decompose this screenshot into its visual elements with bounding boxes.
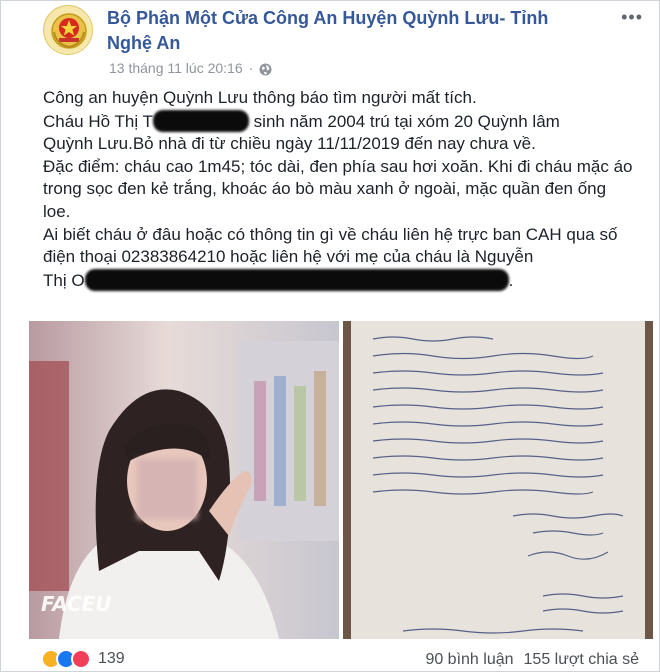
post-header: Bộ Phận Một Cửa Công An Huyện Quỳnh Lưu-… xyxy=(1,1,659,83)
text-fragment: Ai biết cháu ở đâu hoặc có thông tin gì … xyxy=(43,224,618,267)
missing-girl-photo[interactable]: FACEU xyxy=(29,321,339,639)
love-icon xyxy=(71,649,91,669)
redaction-mark xyxy=(152,109,249,132)
text-line: Ai biết cháu ở đâu hoặc có thông tin gì … xyxy=(43,224,633,293)
reaction-summary[interactable]: 139 xyxy=(41,649,125,669)
police-emblem-icon xyxy=(45,7,92,54)
text-line: Công an huyện Quỳnh Lưu thông báo tìm ng… xyxy=(43,88,477,107)
shares-count-link[interactable]: 155 lượt chia sẻ xyxy=(524,651,639,668)
letter-illustration xyxy=(343,321,653,639)
post-stats: 90 bình luận 155 lượt chia sẻ xyxy=(425,651,639,669)
post-meta: 13 tháng 11 lúc 20:16 · xyxy=(109,59,272,77)
post-footer: 139 90 bình luận 155 lượt chia sẻ xyxy=(1,643,659,671)
more-options-icon[interactable]: ••• xyxy=(621,7,643,28)
post-timestamp[interactable]: 13 tháng 11 lúc 20:16 xyxy=(109,59,243,77)
photo-illustration: FACEU xyxy=(29,321,339,639)
text-fragment: sinh năm 2004 trú tại xóm 20 Quỳnh lâm xyxy=(248,111,560,131)
handwritten-letter-photo[interactable] xyxy=(343,321,653,639)
text-line: Cháu Hồ Thị T sinh năm 2004 trú tại xóm … xyxy=(43,109,633,134)
reaction-count: 139 xyxy=(98,650,125,667)
text-fragment: Thị O xyxy=(43,270,85,290)
facebook-post-card: Bộ Phận Một Cửa Công An Huyện Quỳnh Lưu-… xyxy=(0,0,660,672)
text-line: Quỳnh Lưu.Bỏ nhà đi từ chiều ngày 11/11/… xyxy=(43,134,536,154)
redaction-mark xyxy=(84,268,509,291)
globe-icon[interactable] xyxy=(259,62,272,75)
photo-grid: FACEU xyxy=(29,321,653,639)
page-avatar[interactable] xyxy=(43,5,93,55)
meta-separator: · xyxy=(248,60,254,76)
post-text: Công an huyện Quỳnh Lưu thông báo tìm ng… xyxy=(43,87,633,292)
text-line: Đặc điểm: cháu cao 1m45; tóc dài, đen ph… xyxy=(43,156,633,221)
photo-watermark: FACEU xyxy=(41,592,112,616)
text-fragment: Cháu Hồ Thị T xyxy=(43,111,153,131)
page-name-link[interactable]: Bộ Phận Một Cửa Công An Huyện Quỳnh Lưu-… xyxy=(107,6,587,56)
comments-count-link[interactable]: 90 bình luận xyxy=(425,651,513,668)
text-fragment: . xyxy=(508,270,514,290)
